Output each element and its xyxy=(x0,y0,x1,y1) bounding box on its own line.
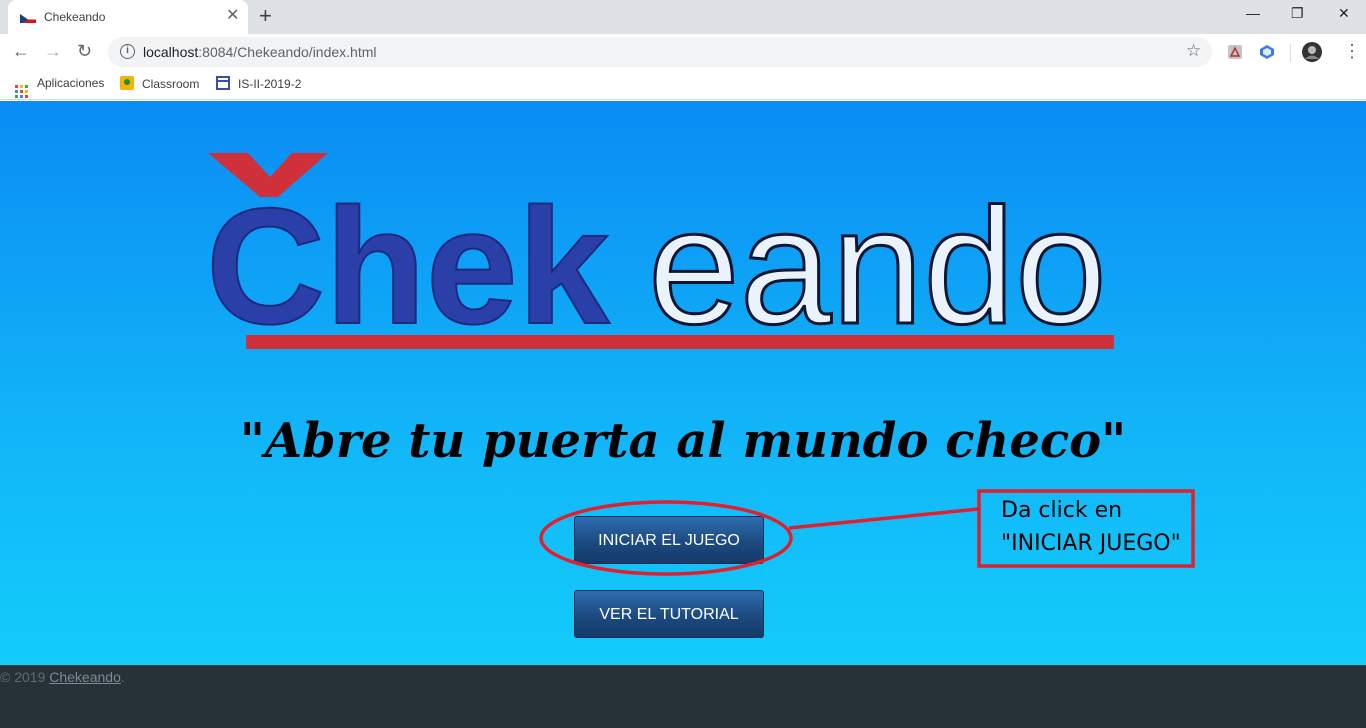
classroom-icon xyxy=(120,76,134,90)
new-tab-icon[interactable]: + xyxy=(259,4,272,28)
page-content: Chek eando "Abre tu puerta al mundo chec… xyxy=(0,101,1366,665)
forward-icon[interactable]: → xyxy=(44,40,62,62)
calendar-icon xyxy=(216,76,230,90)
logo-text-light: eando xyxy=(648,174,1107,358)
pdf-extension-icon[interactable] xyxy=(1227,44,1243,60)
avatar[interactable] xyxy=(1302,42,1322,62)
bookmarks-bar: Aplicaciones Classroom IS-II-2019-2 xyxy=(0,70,1366,100)
tab-strip: Chekeando ✕ + — ❐ ✕ xyxy=(0,0,1366,34)
apps-grid-icon xyxy=(15,85,28,98)
minimize-icon[interactable]: — xyxy=(1246,4,1260,22)
bookmark-classroom[interactable]: Classroom xyxy=(120,76,199,91)
chekeando-logo: Chek eando xyxy=(205,153,1114,360)
toolbar-divider xyxy=(1290,44,1291,62)
close-tab-icon[interactable]: ✕ xyxy=(226,8,239,24)
url-text: localhost:8084/Chekeando/index.html xyxy=(143,44,377,60)
browser-tab[interactable]: Chekeando ✕ xyxy=(8,0,248,34)
restore-icon[interactable]: ❐ xyxy=(1291,4,1304,22)
bookmark-star-icon[interactable]: ☆ xyxy=(1186,41,1201,61)
tutorial-button[interactable]: VER EL TUTORIAL xyxy=(574,590,764,638)
menu-icon[interactable]: ⋮ xyxy=(1343,40,1361,62)
address-bar[interactable]: i localhost:8084/Chekeando/index.html ☆ xyxy=(108,37,1212,67)
callout-line-2: "INICIAR JUEGO" xyxy=(1001,531,1181,556)
footer: © 2019 Chekeando. xyxy=(0,665,1366,728)
czech-flag-icon xyxy=(20,12,36,23)
bookmark-is-ii-2019-2[interactable]: IS-II-2019-2 xyxy=(216,76,301,91)
slogan: "Abre tu puerta al mundo checo" xyxy=(239,413,1127,469)
back-icon[interactable]: ← xyxy=(12,40,30,62)
reload-icon[interactable]: ↻ xyxy=(77,40,92,62)
browser-toolbar: ← → ↻ i localhost:8084/Chekeando/index.h… xyxy=(0,34,1366,70)
callout-line-1: Da click en xyxy=(1001,498,1123,523)
start-game-button[interactable]: INICIAR EL JUEGO xyxy=(574,516,764,564)
bookmark-aplicaciones[interactable]: Aplicaciones xyxy=(15,76,104,98)
logo-text-dark: Chek xyxy=(206,174,610,358)
callout-text: Da click en "INICIAR JUEGO" xyxy=(1001,494,1181,560)
close-window-icon[interactable]: ✕ xyxy=(1338,4,1350,22)
cube-extension-icon[interactable] xyxy=(1259,44,1275,60)
footer-copyright: © 2019 Chekeando. xyxy=(0,669,125,685)
tab-title: Chekeando xyxy=(44,10,106,24)
info-icon[interactable]: i xyxy=(120,44,135,59)
footer-link[interactable]: Chekeando xyxy=(49,669,121,685)
logo-underline xyxy=(246,335,1114,349)
